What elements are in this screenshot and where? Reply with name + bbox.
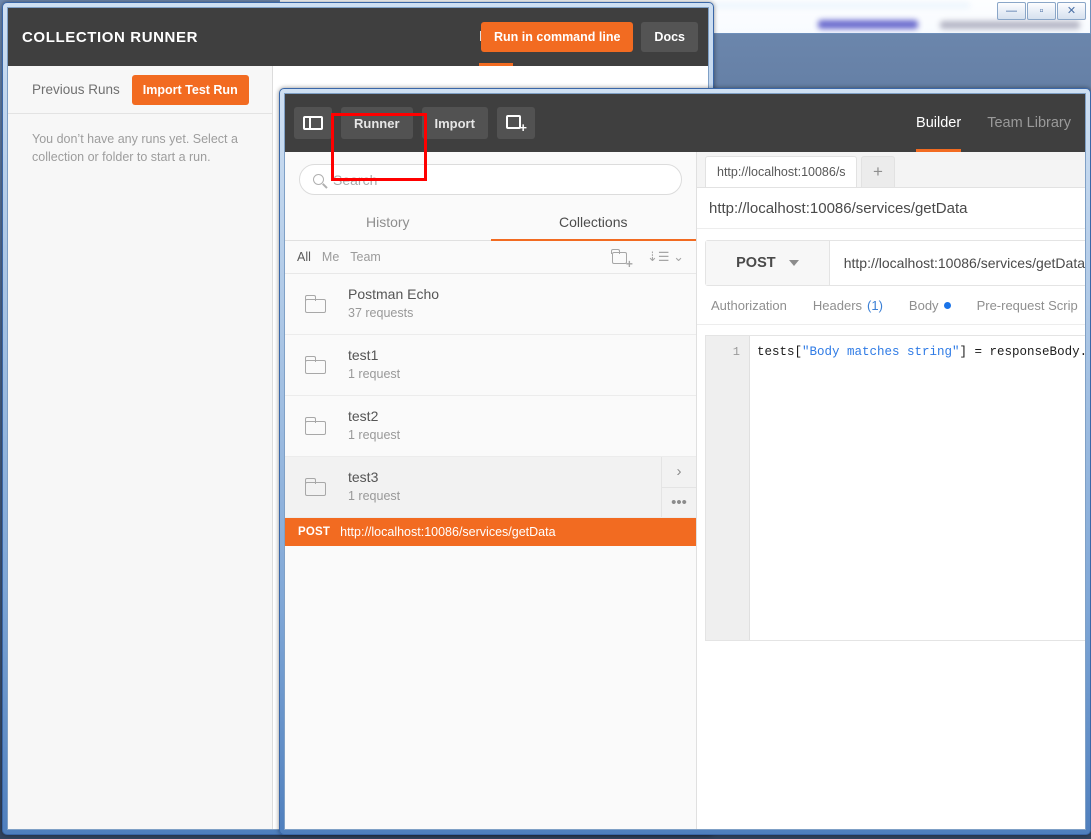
- docs-button[interactable]: Docs: [641, 22, 698, 52]
- list-item[interactable]: test2 1 request: [285, 396, 696, 457]
- collection-info: test2 1 request: [348, 407, 400, 445]
- runner-button[interactable]: Runner: [341, 107, 413, 139]
- search-placeholder: Search: [333, 171, 378, 188]
- url-row: POST http://localhost:10086/services/get…: [706, 241, 1085, 285]
- expand-collection-icon[interactable]: ›: [662, 457, 696, 487]
- list-item[interactable]: test3 1 request › •••: [285, 457, 696, 518]
- tab-pre-request-script-label: Pre-request Scrip: [976, 297, 1078, 313]
- request-section-tabs: Authorization Headers (1) Body Pre-reque…: [697, 286, 1085, 325]
- line-number: 1: [732, 345, 740, 359]
- new-tab-icon: +: [505, 115, 527, 134]
- collection-runner-actions: Run in command line Docs: [481, 8, 698, 66]
- editor-gutter: 1: [706, 336, 750, 640]
- sidebar-toggle-icon: [303, 116, 323, 130]
- collection-name: test3: [348, 469, 379, 486]
- close-icon: ✕: [1066, 4, 1077, 17]
- minimize-icon: —: [1006, 4, 1017, 17]
- open-request-tab[interactable]: http://localhost:10086/s: [705, 156, 857, 187]
- request-method-label: POST: [298, 526, 331, 538]
- collection-count: 1 request: [348, 428, 401, 443]
- folder-icon: [304, 355, 327, 374]
- folder-icon: [304, 416, 327, 435]
- sort-icon[interactable]: ⇣☰ ⌄: [647, 249, 684, 265]
- row-actions: › •••: [661, 457, 696, 517]
- more-options-icon[interactable]: •••: [662, 486, 696, 518]
- import-button[interactable]: Import: [421, 107, 488, 139]
- code-prefix: tests[: [757, 345, 803, 359]
- url-card: POST http://localhost:10086/services/get…: [705, 240, 1085, 286]
- new-folder-icon[interactable]: +: [611, 248, 633, 270]
- folder-icon: [304, 477, 327, 496]
- tab-body-label: Body: [908, 297, 939, 313]
- sidebar-toggle-button[interactable]: [294, 107, 332, 139]
- code-editor[interactable]: 1 tests["Body matches string"] = respons…: [705, 335, 1085, 641]
- new-tab-button[interactable]: +: [496, 107, 535, 139]
- tab-headers[interactable]: Headers (1): [813, 298, 883, 313]
- search-icon: [313, 174, 324, 185]
- collection-count: 1 request: [348, 489, 401, 504]
- request-tab-strip: http://localhost:10086/s +: [697, 152, 1085, 188]
- collection-info: Postman Echo 37 requests: [348, 285, 439, 323]
- previous-runs-bar: Previous Runs Import Test Run: [8, 66, 272, 114]
- tab-history[interactable]: History: [285, 203, 491, 240]
- collection-runner-sidebar: Previous Runs Import Test Run You don’t …: [8, 66, 273, 829]
- postman-window[interactable]: Runner Import + Builder Team Library Sea…: [279, 88, 1091, 835]
- add-request-tab-button[interactable]: +: [861, 156, 895, 187]
- body-modified-dot-icon: [943, 301, 951, 309]
- filter-team[interactable]: Team: [350, 250, 381, 264]
- collection-name: Postman Echo: [348, 286, 440, 303]
- tab-headers-label: Headers: [812, 297, 863, 313]
- url-input[interactable]: http://localhost:10086/services/getData: [830, 241, 1085, 285]
- tab-authorization-label: Authorization: [711, 297, 787, 313]
- chevron-down-icon: [788, 260, 799, 266]
- window-controls: — ▫ ✕: [997, 2, 1086, 20]
- page-title: COLLECTION RUNNER: [22, 28, 199, 46]
- folder-icon: [304, 294, 327, 313]
- previous-runs-label: Previous Runs: [32, 82, 120, 97]
- collection-runner-header: COLLECTION RUNNER Runs Statistics Run in…: [8, 8, 708, 66]
- request-url-label: http://localhost:10086/services/getData: [340, 525, 556, 539]
- maximize-icon: ▫: [1039, 4, 1044, 17]
- tab-builder[interactable]: Builder: [916, 94, 962, 152]
- collection-count: 1 request: [348, 367, 401, 382]
- search-input[interactable]: Search: [299, 164, 682, 195]
- tab-team-library[interactable]: Team Library: [987, 94, 1071, 152]
- import-test-run-button[interactable]: Import Test Run: [131, 74, 249, 105]
- code-mid: ] = responseBody.has(: [959, 345, 1085, 359]
- postman-toolbar: Runner Import + Builder Team Library: [285, 94, 1085, 152]
- run-in-command-line-button[interactable]: Run in command line: [481, 22, 634, 52]
- filter-all[interactable]: All: [297, 250, 311, 264]
- method-selector[interactable]: POST: [706, 241, 830, 285]
- tab-body[interactable]: Body: [909, 298, 951, 313]
- tab-authorization[interactable]: Authorization: [711, 298, 787, 313]
- list-item[interactable]: Postman Echo 37 requests: [285, 274, 696, 335]
- postman-sidebar: Search History Collections All Me Team +…: [285, 152, 697, 829]
- maximize-button[interactable]: ▫: [1027, 2, 1056, 20]
- empty-runs-message: You don’t have any runs yet. Select a co…: [32, 132, 238, 165]
- collection-name: test2: [348, 408, 379, 425]
- collections-filter-bar: All Me Team + ⇣☰ ⌄: [285, 241, 696, 274]
- method-label: POST: [736, 255, 776, 271]
- search-container: Search: [285, 152, 696, 203]
- close-button[interactable]: ✕: [1057, 2, 1086, 20]
- collection-info: test1 1 request: [348, 346, 400, 384]
- collection-info: test3 1 request: [348, 468, 400, 506]
- filter-me[interactable]: Me: [322, 250, 339, 264]
- collection-name: test1: [348, 347, 379, 364]
- postman-main-panel: http://localhost:10086/s + http://localh…: [697, 152, 1085, 829]
- collection-count: 37 requests: [348, 306, 414, 321]
- headers-count-badge: (1): [867, 297, 883, 313]
- tab-pre-request-script[interactable]: Pre-request Scrip: [977, 298, 1078, 313]
- code-string-1: "Body matches string": [802, 345, 960, 359]
- list-item-request[interactable]: POST http://localhost:10086/services/get…: [285, 518, 696, 546]
- tab-collections[interactable]: Collections: [490, 203, 697, 241]
- list-item[interactable]: test1 1 request: [285, 335, 696, 396]
- postman-window-body: Runner Import + Builder Team Library Sea…: [284, 93, 1086, 830]
- minimize-button[interactable]: —: [997, 2, 1026, 20]
- editor-code[interactable]: tests["Body matches string"] = responseB…: [750, 336, 1085, 640]
- sidebar-subtabs: History Collections: [285, 203, 696, 241]
- request-title: http://localhost:10086/services/getData: [697, 188, 1085, 229]
- postman-mode-tabs: Builder Team Library: [916, 94, 1071, 152]
